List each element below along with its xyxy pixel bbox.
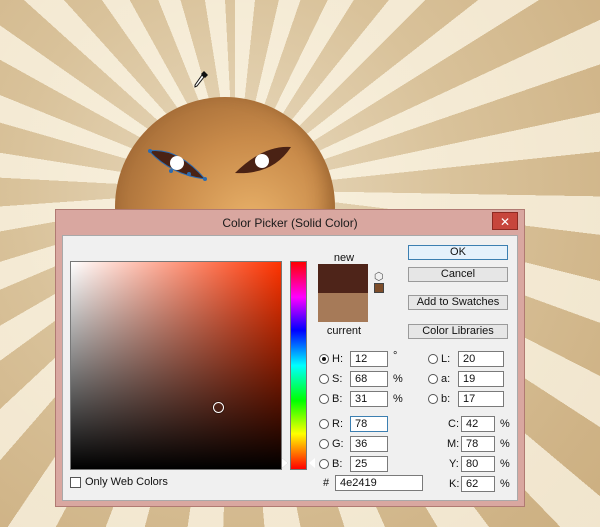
r-input[interactable]: 78 <box>350 416 388 432</box>
rgb-b-radio[interactable] <box>319 459 329 469</box>
b-radio[interactable] <box>319 394 329 404</box>
l-label: L: <box>441 353 451 365</box>
rgb-b-label: B: <box>332 458 343 470</box>
hue-slider-right-arrow-icon[interactable] <box>309 458 315 468</box>
b-input[interactable]: 31 <box>350 391 388 407</box>
m-label: M: <box>447 438 460 450</box>
color-libraries-button[interactable]: Color Libraries <box>408 324 508 339</box>
close-button[interactable]: ✕ <box>492 212 518 230</box>
hex-label: # <box>323 477 330 489</box>
r-radio[interactable] <box>319 419 329 429</box>
b-unit: % <box>393 393 403 405</box>
s-label: S: <box>332 373 343 385</box>
y-input[interactable]: 80 <box>461 456 495 472</box>
a-radio[interactable] <box>428 374 438 384</box>
s-unit: % <box>393 373 403 385</box>
l-radio[interactable] <box>428 354 438 364</box>
s-radio[interactable] <box>319 374 329 384</box>
lab-b-input[interactable]: 17 <box>458 391 504 407</box>
new-color-swatch <box>318 264 368 293</box>
k-unit: % <box>500 478 510 490</box>
right-eye-icon <box>235 146 291 174</box>
y-label: Y: <box>449 458 459 470</box>
c-label: C: <box>448 418 459 430</box>
dialog-titlebar[interactable]: Color Picker (Solid Color) ✕ <box>56 210 524 236</box>
h-input[interactable]: 12 <box>350 351 388 367</box>
h-radio[interactable] <box>319 354 329 364</box>
only-web-colors-checkbox[interactable] <box>70 477 81 488</box>
web-safe-swatch[interactable] <box>374 283 384 293</box>
cube-icon[interactable]: ⬡ <box>374 270 384 283</box>
new-color-label: new <box>333 252 355 264</box>
a-input[interactable]: 19 <box>458 371 504 387</box>
g-input[interactable]: 36 <box>350 436 388 452</box>
hue-slider[interactable] <box>290 261 307 470</box>
c-input[interactable]: 42 <box>461 416 495 432</box>
h-label: H: <box>332 353 343 365</box>
lab-b-radio[interactable] <box>428 394 438 404</box>
m-input[interactable]: 78 <box>461 436 495 452</box>
g-radio[interactable] <box>319 439 329 449</box>
c-unit: % <box>500 418 510 430</box>
color-field-cursor[interactable] <box>213 402 224 413</box>
b-label: B: <box>332 393 343 405</box>
dialog-client: new current ⬡ OK Cancel Add to Swatches … <box>62 235 518 501</box>
m-unit: % <box>500 438 510 450</box>
hue-slider-left-arrow-icon[interactable] <box>282 458 288 468</box>
add-to-swatches-button[interactable]: Add to Swatches <box>408 295 508 310</box>
cancel-button[interactable]: Cancel <box>408 267 508 282</box>
color-picker-dialog: Color Picker (Solid Color) ✕ new current… <box>55 209 525 507</box>
a-label: a: <box>441 373 451 385</box>
current-color-label: current <box>326 325 362 337</box>
lab-b-label: b: <box>441 393 451 405</box>
r-label: R: <box>332 418 343 430</box>
only-web-colors-label: Only Web Colors <box>85 476 168 488</box>
dialog-title: Color Picker (Solid Color) <box>222 216 358 230</box>
eyedropper-icon <box>194 71 208 88</box>
g-label: G: <box>332 438 344 450</box>
s-input[interactable]: 68 <box>350 371 388 387</box>
left-eye-icon <box>147 149 207 181</box>
color-field[interactable] <box>70 261 282 470</box>
hex-input[interactable]: 4e2419 <box>335 475 423 491</box>
k-label: K: <box>449 478 460 490</box>
ok-button[interactable]: OK <box>408 245 508 260</box>
y-unit: % <box>500 458 510 470</box>
l-input[interactable]: 20 <box>458 351 504 367</box>
current-color-swatch[interactable] <box>318 293 368 322</box>
rgb-b-input[interactable]: 25 <box>350 456 388 472</box>
k-input[interactable]: 62 <box>461 476 495 492</box>
h-unit: ° <box>393 350 398 362</box>
